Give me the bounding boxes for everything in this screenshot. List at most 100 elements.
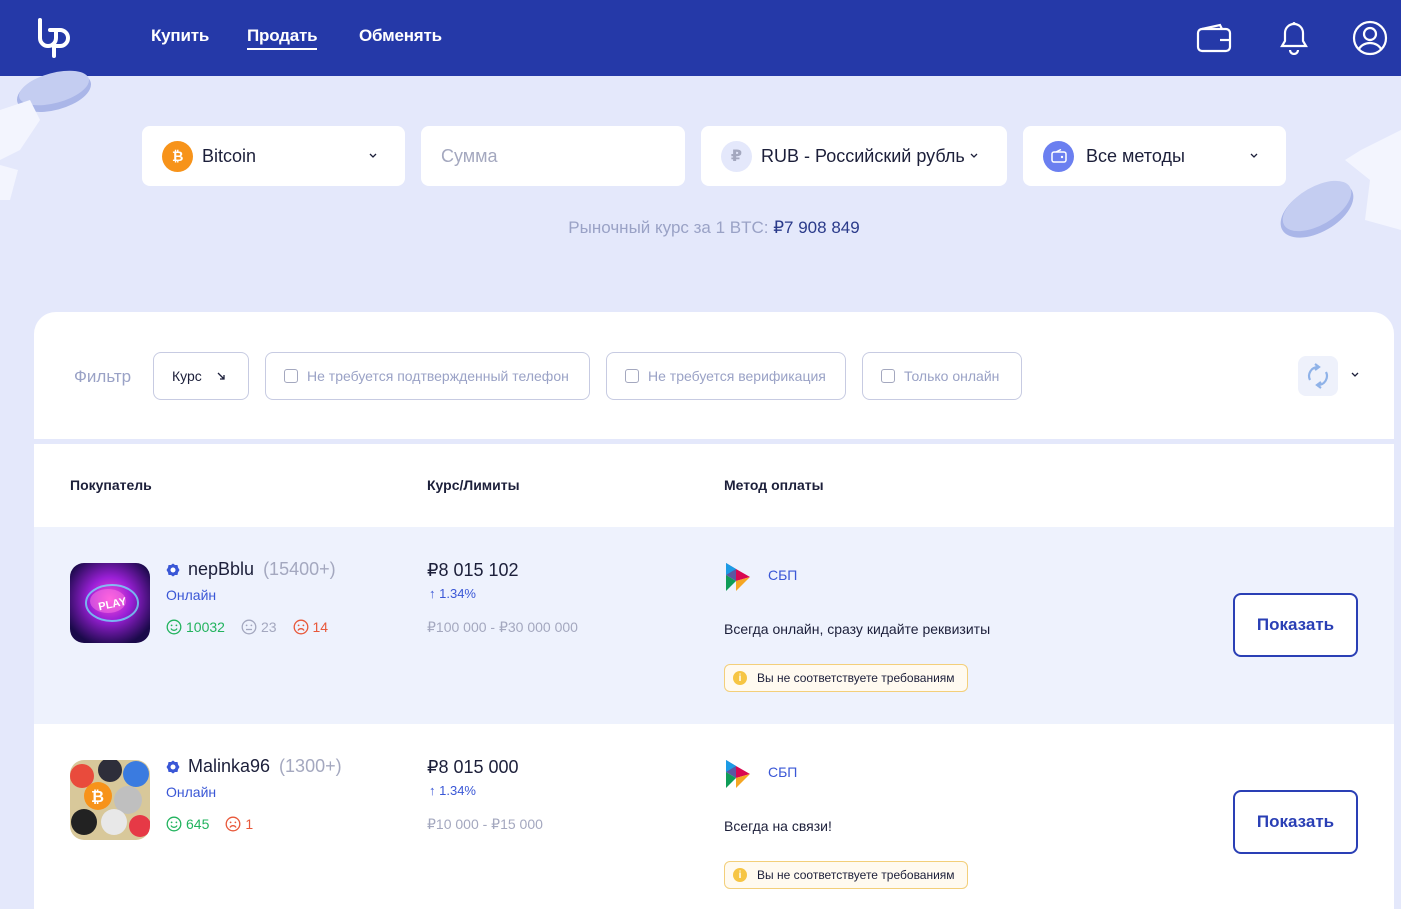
positive-count: 10032 (186, 619, 225, 635)
filter-no-phone-label: Не требуется подтвержденный телефон (307, 368, 569, 384)
payment-method-name: СБП (768, 567, 798, 583)
user-name-wrap: nepBblu (15400+) (166, 559, 336, 580)
nav-exchange[interactable]: Обменять (359, 26, 442, 46)
refresh-button[interactable] (1298, 356, 1338, 396)
negative-count: 1 (245, 816, 254, 832)
chevron-down-icon (369, 153, 377, 158)
price-change-value: 1.34% (439, 783, 476, 798)
sort-rate-button[interactable]: Курс (153, 352, 249, 400)
offer-limits: ₽100 000 - ₽30 000 000 (427, 619, 578, 635)
sad-face-icon (225, 816, 241, 832)
col-payment-method: Метод оплаты (724, 477, 824, 493)
status-badge: Онлайн (166, 784, 217, 800)
chevron-down-icon[interactable] (1350, 370, 1360, 380)
neutral-count: 23 (260, 619, 277, 635)
price-change: ↑ 1.34% (429, 783, 476, 798)
crypto-select[interactable]: ₿ Bitcoin (142, 126, 405, 186)
price-change: ↑ 1.34% (429, 586, 476, 601)
checkbox[interactable] (881, 369, 895, 383)
method-select-label: Все методы (1086, 145, 1185, 166)
offer-description: Всегда онлайн, сразу кидайте реквизиты (724, 621, 991, 637)
checkbox[interactable] (284, 369, 298, 383)
price-change-value: 1.34% (439, 586, 476, 601)
user-name-wrap: Malinka96 (1300+) (166, 756, 342, 777)
positive-feedback: 645 (166, 816, 209, 832)
verified-badge-icon (166, 563, 180, 576)
offer-description: Всегда на связи! (724, 818, 832, 834)
negative-feedback: 1 (225, 816, 253, 832)
logo-icon[interactable] (32, 16, 74, 58)
filter-online-only-label: Только онлайн (904, 368, 1000, 384)
wallet-icon[interactable] (1194, 18, 1234, 58)
table-row: PLAY nepBblu (15400+) Онлайн 10032 23 14… (34, 527, 1394, 724)
table-row: ₿ Malinka96 (1300+) Онлайн 645 1 ₽8 015 … (34, 724, 1394, 909)
filter-label: Фильтр (74, 367, 132, 386)
offer-limits: ₽10 000 - ₽15 000 (427, 816, 543, 832)
verified-badge-icon (166, 760, 180, 773)
negative-feedback: 14 (293, 619, 329, 635)
feedback-stats: 10032 23 14 (166, 619, 344, 635)
offer-price: ₽8 015 000 (427, 757, 519, 777)
currency-select[interactable]: ₽ RUB - Российский рубль (701, 126, 1007, 186)
nav-buy[interactable]: Купить (151, 26, 209, 46)
divider (34, 439, 1394, 444)
user-icon[interactable] (1350, 18, 1390, 58)
offer-price: ₽8 015 102 (427, 560, 519, 580)
sbp-icon (726, 563, 750, 591)
sad-face-icon (293, 619, 308, 635)
market-rate-label: Рыночный курс за 1 BTC: (568, 218, 769, 237)
chevron-down-icon (1250, 153, 1258, 158)
filter-no-phone[interactable]: Не требуется подтвержденный телефон (265, 352, 590, 400)
neutral-face-icon (241, 619, 257, 635)
info-icon: i (733, 671, 747, 685)
methods-icon (1043, 140, 1074, 172)
arrow-down-right-icon (217, 372, 225, 380)
top-header: Купить Продать Обменять (0, 0, 1401, 76)
smile-icon (166, 619, 182, 635)
smile-icon (166, 816, 182, 832)
avatar[interactable]: PLAY (70, 563, 150, 643)
negative-count: 14 (312, 619, 329, 635)
method-select[interactable]: Все методы (1023, 126, 1286, 186)
trade-count: (1300+) (279, 756, 342, 776)
amount-field-wrap (421, 126, 685, 186)
positive-feedback: 10032 (166, 619, 225, 635)
neutral-feedback: 23 (241, 619, 277, 635)
positive-count: 645 (186, 816, 210, 832)
ruble-icon: ₽ (721, 140, 752, 172)
market-rate-value: ₽7 908 849 (773, 218, 860, 237)
requirements-warning: i Вы не соответствуете требованиям (724, 861, 968, 889)
sort-label: Курс (172, 368, 202, 384)
status-badge: Онлайн (166, 587, 217, 603)
refresh-icon (1307, 363, 1329, 389)
svg-text:₿: ₿ (91, 788, 104, 806)
sbp-icon (726, 760, 750, 788)
coin-hand-decoration (0, 70, 91, 200)
filter-no-verification[interactable]: Не требуется верификация (606, 352, 846, 400)
warning-text: Вы не соответствуете требованиям (757, 671, 955, 685)
avatar[interactable]: ₿ (70, 760, 150, 840)
chevron-down-icon (970, 153, 978, 158)
trade-count: (15400+) (263, 559, 336, 579)
warning-text: Вы не соответствуете требованиям (757, 868, 955, 882)
bell-icon[interactable] (1274, 18, 1314, 58)
offers-panel: Фильтр Курс Не требуется подтвержденный … (34, 312, 1394, 909)
currency-select-label: RUB - Российский рубль (761, 145, 965, 166)
bitcoin-icon: ₿ (162, 140, 193, 172)
info-icon: i (733, 868, 747, 882)
col-rate-limits: Курс/Лимиты (427, 477, 520, 493)
user-name[interactable]: nepBblu (188, 559, 254, 580)
payment-method-name: СБП (768, 764, 798, 780)
feedback-stats: 645 1 (166, 816, 269, 832)
filter-online-only[interactable]: Только онлайн (862, 352, 1022, 400)
market-rate: Рыночный курс за 1 BTC: ₽7 908 849 (0, 218, 1401, 238)
nav-sell[interactable]: Продать (247, 26, 318, 50)
user-name[interactable]: Malinka96 (188, 756, 270, 777)
filter-no-verification-label: Не требуется верификация (648, 368, 826, 384)
requirements-warning: i Вы не соответствуете требованиям (724, 664, 968, 692)
crypto-select-label: Bitcoin (202, 145, 257, 166)
show-button[interactable]: Показать (1233, 593, 1358, 657)
amount-input[interactable] (441, 145, 661, 167)
checkbox[interactable] (625, 369, 639, 383)
show-button[interactable]: Показать (1233, 790, 1358, 854)
